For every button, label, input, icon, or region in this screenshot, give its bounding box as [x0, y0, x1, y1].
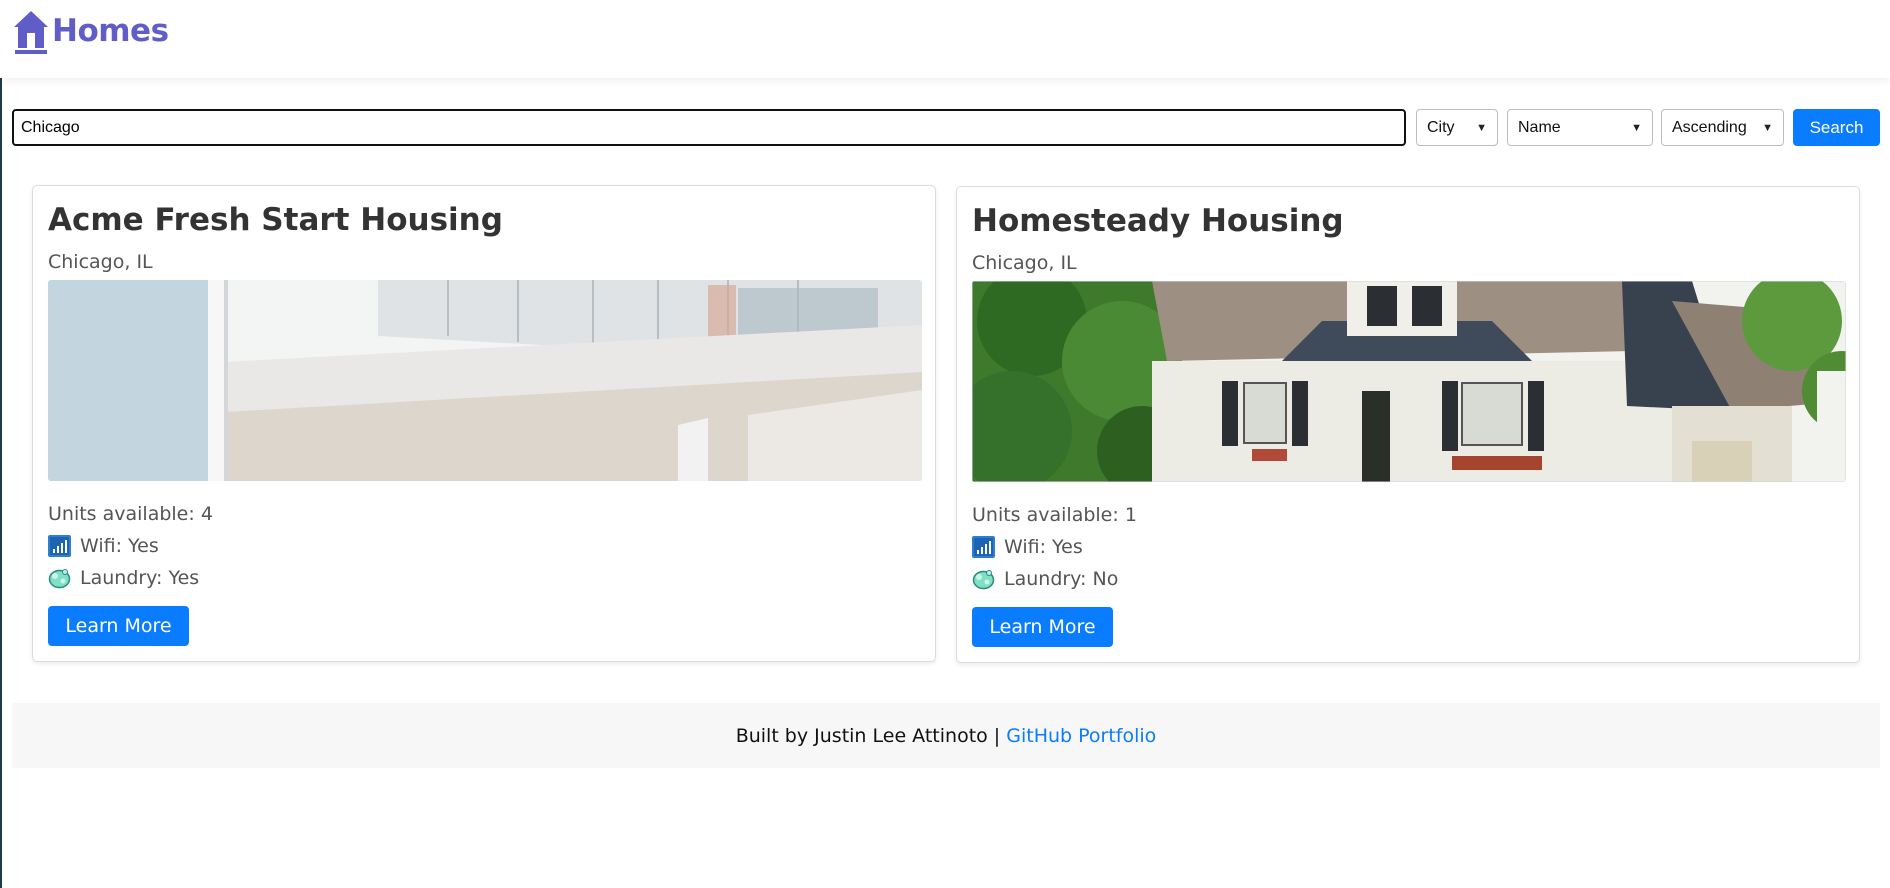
laundry-label: Laundry: No	[1004, 568, 1119, 590]
search-button[interactable]: Search	[1793, 109, 1880, 146]
chevron-down-icon: ▼	[1631, 121, 1642, 134]
listing-card: Homesteady Housing Chicago, IL Units ava…	[956, 186, 1860, 663]
github-portfolio-link[interactable]: GitHub Portfolio	[1006, 725, 1156, 747]
apartment-building-image	[48, 280, 922, 481]
site-header: Homes	[0, 0, 1890, 78]
brand-name: Homes	[52, 13, 169, 49]
suburban-house-image	[972, 281, 1846, 482]
filter-field-value: City	[1427, 118, 1455, 136]
sort-order-select[interactable]: Ascending ▼	[1661, 109, 1784, 146]
site-footer: Built by Justin Lee Attinoto | GitHub Po…	[12, 703, 1880, 768]
sort-by-value: Name	[1518, 118, 1561, 136]
sort-order-value: Ascending	[1672, 118, 1747, 136]
search-bar: City ▼ Name ▼ Ascending ▼ Search	[12, 108, 1880, 146]
wifi-feature: Wifi: Yes	[48, 535, 159, 557]
learn-more-button[interactable]: Learn More	[972, 607, 1113, 647]
filter-field-select[interactable]: City ▼	[1416, 109, 1498, 146]
wifi-label: Wifi: Yes	[1004, 536, 1083, 558]
brand-logo[interactable]: Homes	[12, 8, 169, 54]
soap-icon	[972, 570, 995, 590]
laundry-label: Laundry: Yes	[80, 567, 200, 589]
units-available: Units available: 4	[48, 503, 213, 525]
listing-location: Chicago, IL	[972, 252, 1077, 274]
soap-icon	[48, 569, 71, 589]
listing-card: Acme Fresh Start Housing Chicago, IL Uni…	[32, 185, 936, 662]
wifi-signal-icon	[48, 535, 71, 557]
laundry-feature: Laundry: Yes	[48, 567, 199, 589]
search-input[interactable]	[12, 109, 1406, 146]
footer-credit: Built by Justin Lee Attinoto |	[735, 724, 1007, 747]
laundry-feature: Laundry: No	[972, 568, 1118, 590]
listing-image	[48, 280, 922, 481]
listing-image	[972, 281, 1846, 482]
learn-more-button[interactable]: Learn More	[48, 606, 189, 646]
wifi-signal-icon	[972, 536, 995, 558]
house-icon	[14, 11, 48, 54]
wifi-label: Wifi: Yes	[80, 535, 159, 557]
listing-title: Acme Fresh Start Housing	[48, 202, 503, 238]
listing-location: Chicago, IL	[48, 251, 153, 273]
chevron-down-icon: ▼	[1762, 121, 1773, 134]
window-edge	[0, 0, 2, 888]
wifi-feature: Wifi: Yes	[972, 536, 1083, 558]
listing-title: Homesteady Housing	[972, 203, 1344, 239]
sort-by-select[interactable]: Name ▼	[1507, 109, 1653, 146]
units-available: Units available: 1	[972, 504, 1137, 526]
chevron-down-icon: ▼	[1476, 121, 1487, 134]
